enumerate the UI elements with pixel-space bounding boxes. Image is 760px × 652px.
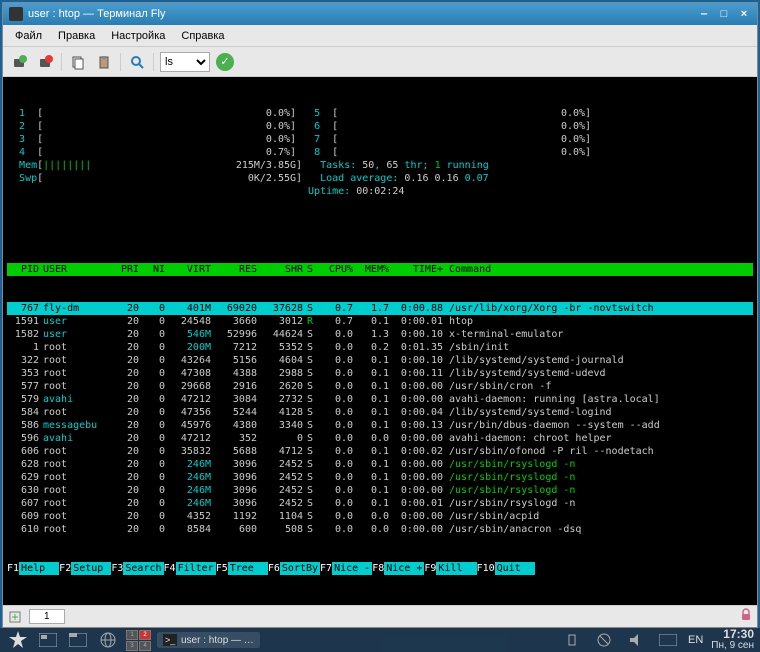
fnkey-label[interactable]: Help: [19, 562, 59, 575]
fnkey-label[interactable]: SortBy: [280, 562, 320, 575]
lock-icon[interactable]: [739, 608, 753, 625]
process-row[interactable]: 628root200246M30962452S0.00.10:00.00/usr…: [7, 458, 753, 471]
fnkey: F10: [477, 562, 495, 575]
fnkey-label[interactable]: Nice -: [332, 562, 372, 575]
terminal-window: user : htop — Терминал Fly ‒ □ × Файл Пр…: [2, 2, 758, 628]
tray-clock[interactable]: 17:30 Пн, 9 сен: [711, 628, 754, 652]
process-row[interactable]: 596avahi200472123520S0.00.00:00.00avahi-…: [7, 432, 753, 445]
ws-2[interactable]: 2: [139, 630, 151, 640]
command-select[interactable]: ls: [160, 52, 210, 72]
process-row[interactable]: 584root2004735652444128S0.00.10:00.04/li…: [7, 406, 753, 419]
process-row-selected[interactable]: 767fly-dm200401M6902037628S0.71.70:00.88…: [7, 302, 753, 315]
menu-settings[interactable]: Настройка: [103, 28, 173, 44]
tray-network-icon[interactable]: [592, 628, 616, 652]
window-title: user : htop — Терминал Fly: [28, 8, 697, 20]
fnkey-label[interactable]: Setup: [71, 562, 111, 575]
fnkey: F1: [7, 562, 19, 575]
process-row[interactable]: 353root2004730843882988S0.00.10:00.11/li…: [7, 367, 753, 380]
col-header[interactable]: VIRT: [165, 263, 211, 276]
col-header[interactable]: CPU%: [317, 263, 353, 276]
show-desktop-icon[interactable]: [36, 628, 60, 652]
taskbar-app-terminal[interactable]: >_ user : htop — …: [157, 632, 260, 648]
process-row[interactable]: 1root200200M72125352S0.00.20:01.35/sbin/…: [7, 341, 753, 354]
new-session-icon[interactable]: [9, 52, 29, 72]
new-tab-button[interactable]: [7, 609, 23, 625]
ws-4[interactable]: 4: [139, 641, 151, 651]
col-header[interactable]: S: [303, 263, 317, 276]
fnkey-label[interactable]: Tree: [228, 562, 268, 575]
svg-text:>_: >_: [165, 635, 176, 645]
col-header[interactable]: PRI: [113, 263, 139, 276]
taskbar-app-label: user : htop — …: [181, 635, 254, 646]
col-header[interactable]: Command: [449, 263, 753, 276]
process-row[interactable]: 579avahi2004721230842732S0.00.10:00.00av…: [7, 393, 753, 406]
tab-bar: 1: [3, 605, 757, 627]
fnkey: F8: [372, 562, 384, 575]
fnkey: F4: [164, 562, 176, 575]
menu-edit[interactable]: Правка: [50, 28, 103, 44]
process-row[interactable]: 586messagebu2004597643803340S0.00.10:00.…: [7, 419, 753, 432]
fnkey-label[interactable]: Quit: [495, 562, 535, 575]
separator: [153, 53, 154, 71]
clock-time: 17:30: [711, 628, 754, 640]
titlebar[interactable]: user : htop — Терминал Fly ‒ □ ×: [3, 3, 757, 25]
separator: [61, 53, 62, 71]
tray-volume-icon[interactable]: [624, 628, 648, 652]
process-row[interactable]: 577root2002966829162620S0.00.10:00.00/us…: [7, 380, 753, 393]
start-menu-icon[interactable]: [6, 628, 30, 652]
tray-keyboard-icon[interactable]: [656, 628, 680, 652]
process-row[interactable]: 609root200435211921104S0.00.00:00.00/usr…: [7, 510, 753, 523]
col-header[interactable]: TIME+: [389, 263, 449, 276]
tray-language[interactable]: EN: [688, 634, 703, 646]
menubar: Файл Правка Настройка Справка: [3, 25, 757, 47]
process-row[interactable]: 607root200246M30962452S0.00.10:00.01/usr…: [7, 497, 753, 510]
col-header[interactable]: SHR: [257, 263, 303, 276]
fnkey-label[interactable]: Search: [123, 562, 163, 575]
process-row[interactable]: 630root200246M30962452S0.00.10:00.00/usr…: [7, 484, 753, 497]
fnkey-label[interactable]: Filter: [176, 562, 216, 575]
paste-icon[interactable]: [94, 52, 114, 72]
process-row[interactable]: 606root2003583256884712S0.00.10:00.02/us…: [7, 445, 753, 458]
fnkey: F5: [216, 562, 228, 575]
col-header[interactable]: MEM%: [353, 263, 389, 276]
taskbar: 12 34 >_ user : htop — … EN 17:30 Пн, 9 …: [0, 628, 760, 652]
run-check-icon[interactable]: ✓: [216, 53, 234, 71]
search-icon[interactable]: [127, 52, 147, 72]
fnkey-label[interactable]: Kill: [436, 562, 476, 575]
fnkey: F9: [424, 562, 436, 575]
minimize-button[interactable]: ‒: [697, 7, 711, 21]
clock-date: Пн, 9 сен: [711, 640, 754, 652]
process-row[interactable]: 629root200246M30962452S0.00.10:00.00/usr…: [7, 471, 753, 484]
workspace-pager[interactable]: 12 34: [126, 630, 151, 651]
separator: [120, 53, 121, 71]
app-icon: [9, 7, 23, 21]
process-row[interactable]: 610root2008584600508S0.00.00:00.00/usr/s…: [7, 523, 753, 536]
col-header[interactable]: RES: [211, 263, 257, 276]
fnkey: F6: [268, 562, 280, 575]
fnkey: F2: [59, 562, 71, 575]
terminal-output[interactable]: 1 [ 0.0%] 5 [ 0.0%] 2 [ 0.0%] 6 [ 0.0%] …: [3, 77, 757, 605]
process-row[interactable]: 1591user2002454836603012R0.70.10:00.01ht…: [7, 315, 753, 328]
menu-help[interactable]: Справка: [173, 28, 232, 44]
file-manager-icon[interactable]: [66, 628, 90, 652]
fnkey: F3: [111, 562, 123, 575]
fnkey: F7: [320, 562, 332, 575]
col-header[interactable]: NI: [139, 263, 165, 276]
toolbar: ls ✓: [3, 47, 757, 77]
col-header[interactable]: USER: [43, 263, 113, 276]
ws-3[interactable]: 3: [126, 641, 138, 651]
copy-icon[interactable]: [68, 52, 88, 72]
col-header[interactable]: PID: [7, 263, 43, 276]
browser-icon[interactable]: [96, 628, 120, 652]
process-row[interactable]: 1582user200546M5299644624S0.01.30:00.10x…: [7, 328, 753, 341]
ws-1[interactable]: 1: [126, 630, 138, 640]
tray-usb-icon[interactable]: [560, 628, 584, 652]
close-session-icon[interactable]: [35, 52, 55, 72]
menu-file[interactable]: Файл: [7, 28, 50, 44]
close-button[interactable]: ×: [737, 7, 751, 21]
maximize-button[interactable]: □: [717, 7, 731, 21]
tab-1[interactable]: 1: [29, 609, 65, 624]
process-row[interactable]: 322root2004326451564604S0.00.10:00.10/li…: [7, 354, 753, 367]
fnkey-label[interactable]: Nice +: [384, 562, 424, 575]
